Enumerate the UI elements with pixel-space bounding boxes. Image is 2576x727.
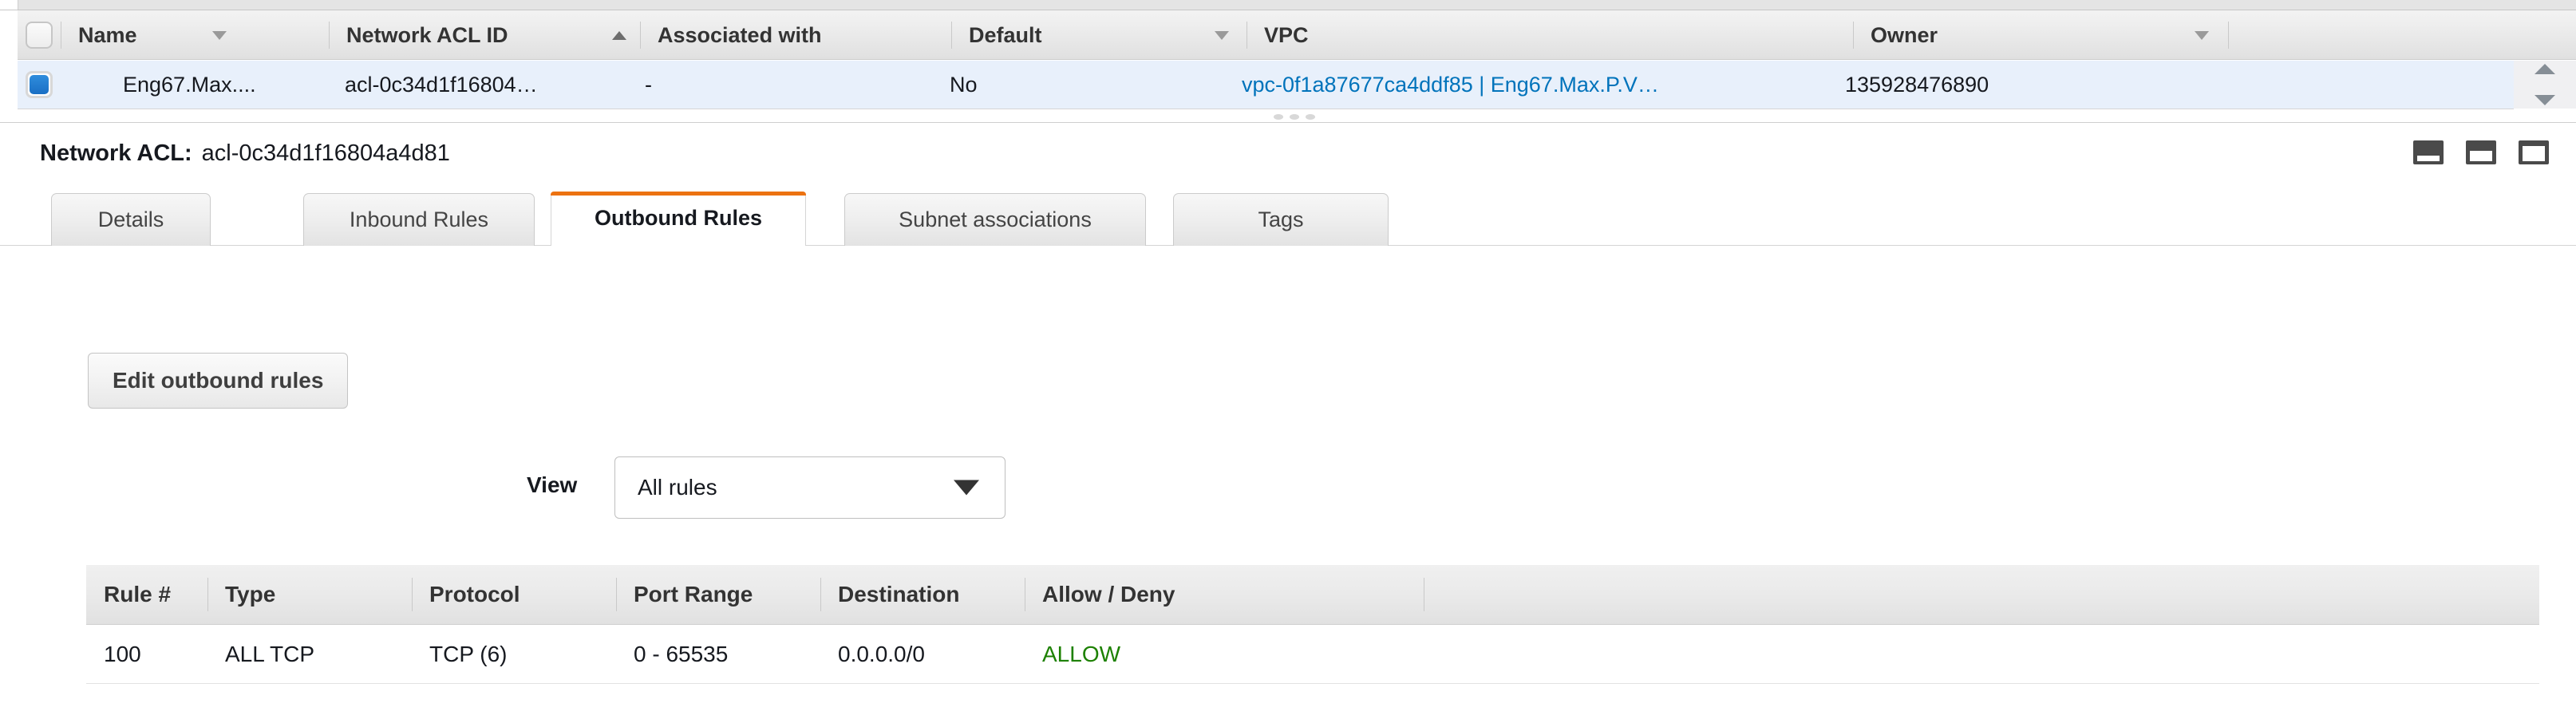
column-divider: [329, 22, 330, 49]
chevron-down-icon[interactable]: [2195, 31, 2209, 40]
panel-size-controls[interactable]: [2413, 140, 2549, 164]
chevron-down-icon[interactable]: [2535, 95, 2555, 105]
column-divider: [1853, 22, 1854, 49]
table-vertical-scroll[interactable]: [2514, 61, 2576, 109]
rules-table-footer-divider: [86, 683, 2539, 684]
tab-tags[interactable]: Tags: [1173, 193, 1389, 246]
rules-column-port-range[interactable]: Port Range: [616, 565, 820, 624]
rules-cell-destination: 0.0.0.0/0: [838, 642, 925, 666]
column-divider: [640, 22, 641, 49]
column-header-network-acl-id[interactable]: Network ACL ID: [329, 10, 640, 60]
rules-cell-rule-number: 100: [104, 642, 141, 666]
rules-column-label: Allow / Deny: [1042, 582, 1175, 606]
outbound-rules-panel: Edit outbound rules View All rules R Rul…: [0, 246, 2576, 727]
view-select-value: All rules: [638, 475, 717, 500]
tab-inbound-rules[interactable]: Inbound Rules: [303, 193, 535, 246]
panel-size-large-icon[interactable]: [2519, 140, 2549, 164]
rules-column-allow-deny[interactable]: Allow / Deny: [1025, 565, 1424, 624]
chevron-down-icon[interactable]: [1215, 31, 1229, 40]
column-header-vpc[interactable]: VPC: [1247, 10, 1853, 60]
rules-column-label: Protocol: [429, 582, 520, 606]
rules-cell-type: ALL TCP: [225, 642, 315, 666]
column-divider: [616, 578, 617, 611]
column-header-label: Name: [78, 22, 137, 47]
panel-size-medium-icon[interactable]: [2466, 140, 2496, 164]
tab-details[interactable]: Details: [51, 193, 211, 246]
rules-column-label: Type: [225, 582, 276, 606]
select-all-checkbox-cell[interactable]: [18, 10, 61, 60]
column-divider: [412, 578, 413, 611]
select-all-checkbox[interactable]: [26, 22, 53, 49]
column-header-label: VPC: [1264, 22, 1309, 47]
rules-column-destination[interactable]: Destination: [820, 565, 1025, 624]
rules-column-divider-end: [1424, 565, 1425, 624]
cell-name: Eng67.Max....: [123, 72, 256, 97]
table-gutter-top: [0, 0, 18, 10]
tab-label: Tags: [1258, 207, 1304, 231]
column-header-name[interactable]: Name: [61, 10, 246, 60]
column-header-label: Network ACL ID: [346, 22, 508, 47]
chevron-down-icon[interactable]: [212, 31, 227, 40]
view-select[interactable]: All rules: [614, 456, 1006, 519]
column-header-label: Associated with: [658, 22, 822, 47]
chevron-up-icon[interactable]: [2535, 64, 2555, 74]
chevron-down-icon[interactable]: [954, 480, 979, 496]
rules-column-label-text: Rule #: [104, 582, 172, 606]
column-header-default[interactable]: Default: [951, 10, 1247, 60]
rules-cell-port-range: 0 - 65535: [634, 642, 729, 666]
row-checkbox[interactable]: [26, 71, 53, 98]
cell-network-acl-id: acl-0c34d1f16804…: [345, 72, 538, 97]
detail-panel-header: Network ACL: acl-0c34d1f16804a4d81: [0, 123, 2576, 187]
column-divider-end: [2228, 10, 2230, 60]
rules-column-label: Destination: [838, 582, 960, 606]
table-top-strip: [0, 0, 2576, 10]
view-label: View: [527, 472, 578, 497]
tab-label: Subnet associations: [899, 207, 1092, 231]
tab-label: Details: [97, 207, 164, 231]
tab-label: Outbound Rules: [595, 206, 762, 230]
view-filter-row: View All rules: [0, 456, 2576, 520]
rules-table-header: R Rule # Type Protocol Port Range: [86, 565, 2539, 625]
tab-subnet-associations[interactable]: Subnet associations: [844, 193, 1146, 246]
cell-default: No: [950, 72, 978, 97]
column-header-owner[interactable]: Owner: [1853, 10, 2228, 60]
column-divider: [207, 578, 208, 611]
outbound-rules-table: R Rule # Type Protocol Port Range: [86, 565, 2539, 684]
detail-title-value: acl-0c34d1f16804a4d81: [201, 140, 450, 166]
rules-column-label: Port Range: [634, 582, 753, 606]
detail-title-label: Network ACL:: [40, 140, 192, 166]
cell-vpc-link[interactable]: vpc-0f1a87677ca4ddf85 | Eng67.Max.P.V…: [1242, 61, 1659, 109]
tab-label: Inbound Rules: [349, 207, 489, 231]
cell-owner: 135928476890: [1845, 72, 1989, 97]
chevron-up-icon[interactable]: [612, 31, 626, 40]
resource-table-header: Name Network ACL ID Associated with Defa…: [18, 10, 2576, 60]
rules-column-type[interactable]: Type: [207, 565, 412, 624]
column-header-label: Default: [969, 22, 1042, 47]
panel-size-small-icon[interactable]: [2413, 140, 2444, 164]
rules-column-protocol[interactable]: Protocol: [412, 565, 616, 624]
vpc-link-text[interactable]: vpc-0f1a87677ca4ddf85 | Eng67.Max.P.V…: [1242, 73, 1659, 97]
detail-tabs: Details Inbound Rules Outbound Rules Sub…: [0, 187, 2576, 246]
rules-table-row[interactable]: 100 ALL TCP TCP (6) 0 - 65535 0.0.0.0/0 …: [86, 625, 2539, 684]
rules-column-rule-number[interactable]: R Rule #: [86, 565, 207, 624]
column-header-associated-with[interactable]: Associated with: [640, 10, 951, 60]
rules-cell-protocol: TCP (6): [429, 642, 508, 666]
rules-cell-allow-deny: ALLOW: [1042, 642, 1121, 666]
table-gutter-row: [0, 61, 18, 109]
column-divider: [951, 22, 952, 49]
row-checkbox-cell[interactable]: [18, 61, 61, 109]
column-divider: [820, 578, 821, 611]
drag-handle-icon[interactable]: [1274, 114, 1315, 121]
tab-outbound-rules[interactable]: Outbound Rules: [551, 192, 806, 246]
page-title: Network ACL: acl-0c34d1f16804a4d81: [40, 140, 450, 167]
panel-splitter[interactable]: [0, 109, 2576, 123]
column-header-label: Owner: [1871, 22, 1938, 47]
edit-outbound-rules-button[interactable]: Edit outbound rules: [88, 353, 349, 409]
edit-outbound-rules-label: Edit outbound rules: [113, 368, 324, 393]
cell-associated-with: -: [645, 72, 652, 97]
